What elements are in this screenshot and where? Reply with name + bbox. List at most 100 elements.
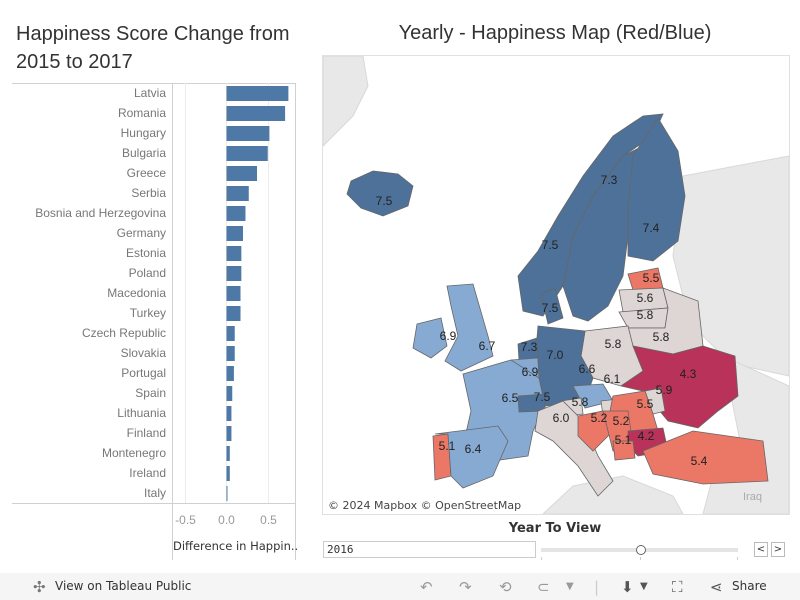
bar[interactable]: [226, 266, 242, 281]
bar[interactable]: [226, 426, 232, 441]
country-value-label: 5.1: [439, 439, 456, 453]
country-value-label: 4.3: [680, 367, 697, 381]
country-value-label: 5.2: [591, 411, 608, 425]
bar[interactable]: [226, 226, 243, 241]
basemap-land: [542, 475, 684, 514]
country-united-kingdom[interactable]: [444, 283, 494, 372]
share-icon[interactable]: ⋖: [710, 578, 723, 596]
previous-year-button[interactable]: <: [754, 542, 768, 557]
bar[interactable]: [226, 126, 270, 141]
country-value-label: 6.1: [604, 372, 621, 386]
country-value-label: 5.4: [691, 454, 708, 468]
category-label: Czech Republic: [82, 326, 166, 340]
bar[interactable]: [226, 366, 234, 381]
x-tick-label: 0.0: [218, 513, 235, 527]
slider-tick: [541, 557, 542, 560]
country-value-label: 6.9: [440, 329, 457, 343]
tableau-logo-icon: ✣: [33, 578, 46, 596]
x-tick-label: 0.5: [260, 513, 277, 527]
category-label: Finland: [127, 426, 166, 440]
bar[interactable]: [226, 466, 230, 481]
category-label: Spain: [135, 386, 166, 400]
bar[interactable]: [226, 166, 258, 181]
country-value-label: 7.3: [601, 173, 618, 187]
category-label: Portugal: [121, 366, 166, 380]
country-value-label: 5.8: [605, 337, 622, 351]
bar[interactable]: [226, 406, 232, 421]
category-label: Montenegro: [102, 446, 166, 460]
chevron-down-icon[interactable]: ▼: [566, 581, 574, 592]
download-icon[interactable]: ⬇: [621, 578, 634, 596]
country-value-label: 7.5: [376, 194, 393, 208]
country-value-label: 6.5: [502, 391, 519, 405]
category-label: Hungary: [121, 126, 166, 140]
slider-tick: [640, 557, 641, 560]
category-label: Bulgaria: [122, 146, 166, 160]
toolbar: ✣ View on Tableau Public ↶ ↷ ⟲ ⊂ ▼ | ⬇ ▼…: [0, 573, 800, 600]
year-slider-handle[interactable]: [636, 545, 646, 555]
country-value-label: 5.5: [637, 397, 654, 411]
map-view[interactable]: Iraq 7.5 7.5 7.3 7.4 5.5 5.6 5.8 5.8 5.8 7.5 6.9 6.7…: [322, 55, 790, 515]
category-label: Poland: [129, 266, 166, 280]
country-value-label: 6.0: [553, 411, 570, 425]
next-year-button[interactable]: >: [771, 542, 785, 557]
bar[interactable]: [226, 206, 246, 221]
map-attribution[interactable]: © 2024 Mapbox © OpenStreetMap: [325, 499, 525, 512]
country-value-label: 5.8: [653, 330, 670, 344]
map-title: Yearly - Happiness Map (Red/Blue): [398, 22, 712, 44]
country-value-label: 6.7: [479, 339, 496, 353]
refresh-icon[interactable]: ⊂: [537, 578, 550, 596]
bar[interactable]: [226, 346, 235, 361]
country-value-label: 7.4: [643, 221, 660, 235]
country-value-label: 5.8: [637, 308, 654, 322]
bar[interactable]: [226, 386, 233, 401]
choropleth-map[interactable]: Iraq 7.5 7.5 7.3 7.4 5.5 5.6 5.8 5.8 5.8 7.5 6.9 6.7…: [323, 56, 789, 514]
category-label: Germany: [117, 226, 166, 240]
bar-chart: -0.5 0.0 0.5 Latvia Romania Hungary Bulgaria Gr…: [12, 83, 298, 560]
country-value-label: 6.9: [522, 365, 539, 379]
share-button[interactable]: Share: [732, 579, 767, 593]
fullscreen-icon[interactable]: ⛶: [672, 578, 683, 596]
country-value-label: 7.5: [542, 238, 559, 252]
category-label: Latvia: [134, 86, 166, 100]
bar[interactable]: [226, 326, 235, 341]
bar[interactable]: [226, 146, 268, 161]
bar-chart-title: Happiness Score Change from 2015 to 2017: [16, 23, 290, 73]
undo-icon[interactable]: ↶: [420, 578, 433, 596]
bar[interactable]: [226, 106, 286, 121]
bar[interactable]: [226, 306, 241, 321]
category-label: Estonia: [126, 246, 166, 260]
year-filter-input[interactable]: 2016: [323, 541, 536, 558]
bar[interactable]: [226, 86, 289, 101]
category-label: Lithuania: [117, 406, 166, 420]
redo-icon[interactable]: ↷: [459, 578, 472, 596]
revert-icon[interactable]: ⟲: [499, 578, 512, 596]
country-value-label: 5.8: [572, 395, 589, 409]
bar[interactable]: [226, 446, 230, 461]
country-value-label: 6.4: [465, 442, 482, 456]
chevron-down-icon[interactable]: ▼: [640, 581, 648, 592]
bar[interactable]: [226, 486, 228, 501]
country-value-label: 7.5: [542, 301, 559, 315]
country-value-label: 5.2: [613, 414, 630, 428]
view-on-tableau-public-link[interactable]: View on Tableau Public: [55, 579, 191, 593]
basemap-label: Iraq: [743, 491, 762, 503]
country-value-label: 5.9: [656, 383, 673, 397]
country-value-label: 5.5: [643, 271, 660, 285]
bar[interactable]: [226, 286, 241, 301]
country-value-label: 7.0: [547, 348, 564, 362]
category-label: Macedonia: [107, 286, 166, 300]
category-label: Greece: [127, 166, 167, 180]
category-label: Romania: [118, 106, 166, 120]
category-label: Bosnia and Herzegovina: [35, 206, 166, 220]
filter-title: Year To View: [508, 521, 602, 536]
x-axis-title: Difference in Happin..: [173, 539, 298, 553]
bar[interactable]: [226, 186, 249, 201]
slider-tick: [737, 557, 738, 560]
basemap-land: [323, 56, 369, 147]
category-label: Turkey: [130, 306, 166, 320]
bar[interactable]: [226, 246, 242, 261]
x-tick-label: -0.5: [175, 513, 196, 527]
country-value-label: 7.3: [521, 340, 538, 354]
country-value-label: 6.6: [579, 362, 596, 376]
